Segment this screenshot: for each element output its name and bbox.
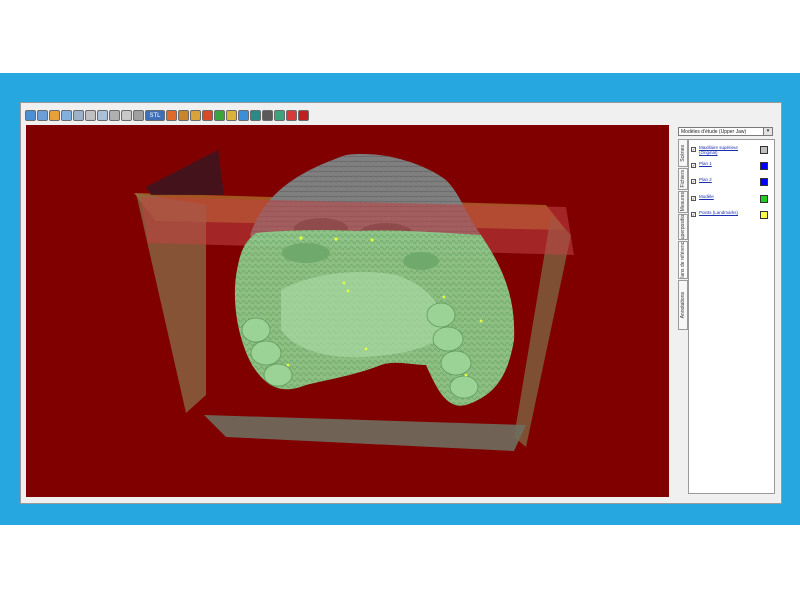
layer-color-swatch[interactable]: [760, 211, 768, 219]
chevron-down-icon[interactable]: ▾: [763, 128, 772, 135]
layer-color-swatch[interactable]: [760, 146, 768, 154]
view-top-icon[interactable]: [109, 110, 120, 121]
export-icon[interactable]: [274, 110, 285, 121]
layer-color-swatch[interactable]: [760, 195, 768, 203]
vertical-tabs: Scènes Fichiers Mesures Superposition Plans …: [678, 139, 688, 331]
layer-name-link[interactable]: Modèle: [699, 194, 755, 199]
toolbar: STL: [25, 107, 309, 124]
color-icon[interactable]: [202, 110, 213, 121]
tab-5[interactable]: Plans de référence: [678, 241, 688, 279]
fit-icon[interactable]: [73, 110, 84, 121]
tab-6[interactable]: Annotations: [678, 280, 688, 330]
view-front-icon[interactable]: [85, 110, 96, 121]
layer-visibility-checkbox[interactable]: ✓: [691, 163, 696, 168]
right-panel: Modèles d'étude (Upper Jaw) ▾ Scènes Fich…: [675, 125, 777, 497]
close-icon[interactable]: [298, 110, 309, 121]
rotate-icon[interactable]: [61, 110, 72, 121]
section-icon[interactable]: [133, 110, 144, 121]
layer-name-link[interactable]: Maxillaire supérieur (Original): [699, 145, 755, 155]
layer-row[interactable]: ✓ Points (Landmarks): [691, 209, 774, 223]
3d-viewport[interactable]: [26, 125, 669, 497]
screen-icon[interactable]: [250, 110, 261, 121]
tab-3[interactable]: Mesures: [678, 191, 688, 213]
view-side-icon[interactable]: [97, 110, 108, 121]
layer-icon[interactable]: [190, 110, 201, 121]
layer-name-link[interactable]: Points (Landmarks): [699, 210, 755, 215]
tab-label: Scènes: [680, 144, 686, 162]
layer-visibility-checkbox[interactable]: ✓: [691, 212, 696, 217]
zoom-out-icon[interactable]: [49, 110, 60, 121]
green-cavity-right: [403, 252, 439, 270]
layer-color-swatch[interactable]: [760, 162, 768, 170]
camera-icon[interactable]: [238, 110, 249, 121]
layer-row[interactable]: ✓ Maxillaire supérieur (Original): [691, 144, 774, 158]
settings-icon[interactable]: [286, 110, 297, 121]
layer-row[interactable]: ✓ Plan 2: [691, 176, 774, 190]
floor-plane: [204, 415, 526, 451]
pencil-icon[interactable]: [166, 110, 177, 121]
model-dropdown-value: Modèles d'étude (Upper Jaw): [681, 129, 747, 135]
check-icon[interactable]: [214, 110, 225, 121]
tab-label: Fichiers: [680, 170, 686, 188]
zoom-in-icon[interactable]: [37, 110, 48, 121]
green-cavity-left: [282, 243, 330, 263]
tab-4[interactable]: Superposition: [678, 214, 688, 240]
layer-name-link[interactable]: Plan 1: [699, 161, 755, 166]
tab-label: Superposition: [680, 214, 686, 240]
lock-icon[interactable]: [226, 110, 237, 121]
open-icon[interactable]: [25, 110, 36, 121]
layer-name-link[interactable]: Plan 2: [699, 177, 755, 182]
measure-icon[interactable]: [121, 110, 132, 121]
layer-visibility-checkbox[interactable]: ✓: [691, 179, 696, 184]
tab-label: Annotations: [680, 291, 686, 319]
dark-wedge: [146, 150, 224, 195]
layers-panel: ✓ Maxillaire supérieur (Original) ✓ Plan 1 ✓…: [688, 139, 775, 494]
tab-2[interactable]: Fichiers: [678, 168, 688, 190]
layer-visibility-checkbox[interactable]: ✓: [691, 147, 696, 152]
3d-scene[interactable]: [26, 125, 669, 497]
print-icon[interactable]: [262, 110, 273, 121]
app-window: STL Modèles d'étude (Upper Jaw) ▾ Scènes…: [20, 102, 782, 504]
layer-row[interactable]: ✓ Modèle: [691, 193, 774, 207]
model-dropdown[interactable]: Modèles d'étude (Upper Jaw) ▾: [678, 127, 773, 136]
stl-icon[interactable]: STL: [145, 110, 165, 121]
tab-label: Plans de référence: [680, 241, 686, 279]
tab-1[interactable]: Scènes: [678, 139, 688, 167]
layer-row[interactable]: ✓ Plan 1: [691, 160, 774, 174]
tab-label: Mesures: [680, 192, 686, 212]
layer-visibility-checkbox[interactable]: ✓: [691, 196, 696, 201]
brush-icon[interactable]: [178, 110, 189, 121]
layer-color-swatch[interactable]: [760, 178, 768, 186]
